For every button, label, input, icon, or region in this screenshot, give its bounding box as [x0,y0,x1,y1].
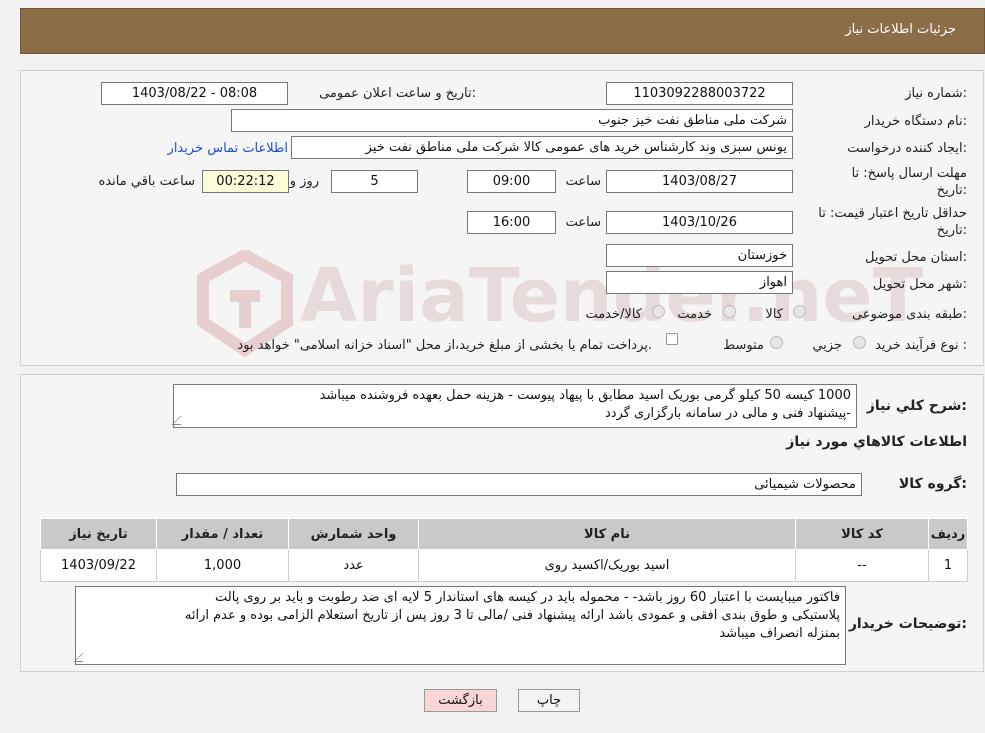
creator-label: ایجاد کننده درخواست: [847,141,967,156]
category-service-label: خدمت [677,307,712,322]
remaining-label: ساعت باقي مانده [98,174,195,189]
goods-table-header: ردیف کد کالا نام کالا واحد شمارش تعداد /… [40,518,968,550]
validity-date-field[interactable]: 1403/10/26 [606,211,793,234]
process-partial-radio[interactable] [853,336,866,349]
page-header: جزئیات اطلاعات نیاز [20,8,985,54]
deadline-label-date: تاریخ: [936,183,967,198]
deadline-label: مهلت ارسال پاسخ: تا [851,166,967,181]
table-row: 1 -- اسید بوریک/اکسید روی عدد 1,000 1403… [40,549,968,582]
category-both-radio[interactable] [652,305,665,318]
need-number-field[interactable]: 1103092288003722 [606,82,793,105]
process-label: نوع فرآیند خرید : [875,338,967,353]
city-field[interactable]: اهواز [606,271,793,294]
goods-section-title: اطلاعات کالاهاي مورد نياز [786,434,967,450]
category-both-label: کالا/خدمت [585,307,642,322]
buyer-org-label: نام دستگاه خریدار: [864,114,967,129]
need-number-label: شماره نیاز: [905,86,967,101]
description-label: شرح کلي نياز: [866,398,967,414]
deadline-time-field[interactable]: 09:00 [467,170,556,193]
buyer-org-field[interactable]: شرکت ملی مناطق نفت خیز جنوب [231,109,793,132]
category-goods-radio[interactable] [793,305,806,318]
treasury-note: پرداخت تمام یا بخشی از مبلغ خرید،از محل … [237,338,652,353]
buyer-notes-line-2: پلاستیکی و طوق بندی افقی و عمودی باشد ار… [184,608,840,623]
print-button[interactable]: چاپ [518,689,580,712]
treasury-checkbox[interactable] [666,333,678,345]
category-service-radio[interactable] [723,305,736,318]
process-medium-radio[interactable] [770,336,783,349]
process-medium-label: متوسط [723,338,764,353]
col-row: ردیف [928,518,968,550]
validity-time-label: ساعت [565,215,601,230]
back-button[interactable]: بازگشت [424,689,497,712]
validity-label: حداقل تاریخ اعتبار قیمت: تا [818,206,967,221]
category-label: طبقه بندی موضوعی: [851,307,967,322]
cell-date: 1403/09/22 [40,549,157,582]
col-name: نام کالا [418,518,796,550]
buyer-notes-textarea[interactable]: فاکتور میبایست با اعتبار 60 روز باشد- - … [73,586,846,665]
category-goods-label: کالا [765,307,783,322]
process-partial-label: جزیي [812,338,842,353]
page-title: جزئیات اطلاعات نیاز [845,22,956,37]
cell-code: -- [795,549,929,582]
days-field[interactable]: 5 [331,170,418,193]
buyer-notes-line-3: بمنزله انصراف میباشد [719,626,840,641]
col-unit: واحد شمارش [288,518,419,550]
province-field[interactable]: خوزستان [606,244,793,267]
deadline-time-label: ساعت [565,174,601,189]
announce-label: تاریخ و ساعت اعلان عمومی: [319,86,476,101]
buyer-notes-label: توضیحات خریدار: [848,616,967,632]
buyer-contact-link[interactable]: اطلاعات تماس خریدار [168,141,288,156]
announce-field[interactable]: 1403/08/22 - 08:08 [101,82,288,105]
remaining-time-field: 00:22:12 [202,170,289,193]
validity-label-date: تاریخ: [936,223,967,238]
days-label: روز و [289,174,319,189]
col-qty: تعداد / مقدار [156,518,289,550]
description-line-1: 1000 کیسه 50 کیلو گرمی بوریک اسید مطابق … [319,388,851,403]
province-label: استان محل تحویل: [865,250,967,265]
description-line-2: -پیشنهاد فنی و مالی در سامانه بارگزاری گ… [604,406,851,421]
cell-qty: 1,000 [156,549,289,582]
goods-group-field[interactable]: محصولات شیمیائی [176,473,862,496]
creator-field[interactable]: یونس سبزی وند کارشناس خرید های عمومی کال… [291,136,793,159]
col-date: تاریخ نیاز [40,518,157,550]
buyer-notes-line-1: فاکتور میبایست با اعتبار 60 روز باشد- - … [215,590,840,605]
goods-group-label: گروه کالا: [898,476,967,492]
city-label: شهر محل تحویل: [872,277,967,292]
cell-name: اسید بوریک/اکسید روی [418,549,796,582]
cell-unit: عدد [288,549,419,582]
description-textarea[interactable]: 1000 کیسه 50 کیلو گرمی بوریک اسید مطابق … [171,384,857,428]
cell-row: 1 [928,549,968,582]
validity-time-field[interactable]: 16:00 [467,211,556,234]
col-code: کد کالا [795,518,929,550]
deadline-date-field[interactable]: 1403/08/27 [606,170,793,193]
goods-table: ردیف کد کالا نام کالا واحد شمارش تعداد /… [40,518,968,582]
resize-grip-icon[interactable] [73,653,92,662]
